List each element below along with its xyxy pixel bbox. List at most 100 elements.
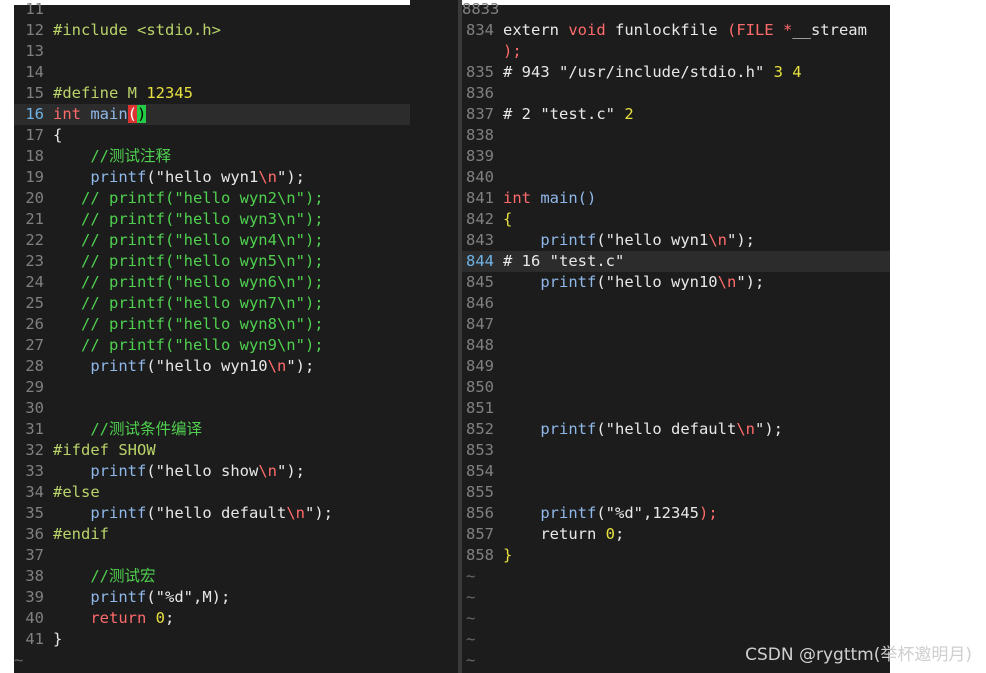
code-line[interactable]: 24 // printf("hello wyn6\n"); [14,272,410,293]
code-line[interactable]: 857 return 0; [462,524,890,545]
code-line[interactable]: 849 [462,356,890,377]
code-line[interactable]: 12 #include <stdio.h> [14,20,410,41]
code-line[interactable]: 26 // printf("hello wyn8\n"); [14,314,410,335]
line-number: 843 [466,231,494,249]
code-line[interactable]: 850 [462,377,890,398]
tilde-marker: ~ [466,588,476,606]
code-line[interactable]: 13 [14,41,410,62]
code-line[interactable]: 37 [14,545,410,566]
code-token: } [53,630,63,648]
code-line[interactable]: 853 [462,440,890,461]
code-token: // printf("hello wyn4\n"); [53,231,324,249]
line-number: 34 [25,483,44,501]
code-text: ); [503,42,522,60]
code-line[interactable]: 41} [14,629,410,650]
line-number: 21 [25,210,44,228]
line-number: 14 [25,63,44,81]
left-editor-pane[interactable]: 11 12 #include <stdio.h> 13 14 15 #define M 12… [14,0,410,673]
line-number: 854 [466,462,494,480]
code-line[interactable]: 36 #endif [14,524,410,545]
current-code-line[interactable]: 16 int main() [14,104,410,125]
line-number: 29 [25,378,44,396]
code-line[interactable]: 23 // printf("hello wyn5\n"); [14,251,410,272]
code-text: // printf("hello wyn6\n"); [53,273,324,291]
code-line[interactable]: 854 [462,461,890,482]
code-line[interactable]: 846 [462,293,890,314]
tilde-marker: ~ [466,609,476,627]
line-number: 40 [25,609,44,627]
code-token: "); [736,273,765,291]
line-number: 36 [25,525,44,543]
code-line[interactable]: 20 // printf("hello wyn2\n"); [14,188,410,209]
code-line[interactable]: 34 #else [14,482,410,503]
code-token: 2 [614,105,634,123]
code-line[interactable]: 847 [462,314,890,335]
code-text: // printf("hello wyn7\n"); [53,294,324,312]
code-line[interactable]: 17 { [14,125,410,146]
code-token: "); [754,420,783,438]
line-number: 857 [466,525,494,543]
code-line[interactable]: ); [462,41,890,62]
right-editor-pane[interactable]: 8833 834 extern void funlockfile (FILE *__… [462,0,890,673]
code-line[interactable]: 30 [14,398,410,419]
line-number: 39 [25,588,44,606]
code-line[interactable]: 22 // printf("hello wyn4\n"); [14,230,410,251]
code-line[interactable]: 19 printf("hello wyn1\n"); [14,167,410,188]
code-line[interactable]: 32 #ifdef SHOW [14,440,410,461]
code-line[interactable]: 35 printf("hello default\n"); [14,503,410,524]
code-line[interactable]: 856 printf("%d",12345); [462,503,890,524]
code-line[interactable]: 838 [462,125,890,146]
code-line[interactable]: 39 printf("%d",M); [14,587,410,608]
code-token: main() [540,189,597,207]
code-line[interactable]: 33 printf("hello show\n"); [14,461,410,482]
code-line[interactable]: 851 [462,398,890,419]
code-token: # 16 [503,252,550,270]
code-token: "/usr/include/stdio.h" [559,63,765,81]
code-token: ) [137,105,147,123]
code-line[interactable]: 855 [462,482,890,503]
line-number: 836 [466,84,494,102]
code-line[interactable]: 858} [462,545,890,566]
code-line[interactable]: 28 printf("hello wyn10\n"); [14,356,410,377]
line-number: 848 [466,336,494,354]
code-token: \n [736,420,755,438]
code-line[interactable]: 835 # 943 "/usr/include/stdio.h" 3 4 [462,62,890,83]
code-line[interactable]: 840 [462,167,890,188]
code-token: # 943 [503,63,559,81]
code-line[interactable]: 843 printf("hello wyn1\n"); [462,230,890,251]
code-line[interactable]: 852 printf("hello default\n"); [462,419,890,440]
code-line[interactable]: 21 // printf("hello wyn3\n"); [14,209,410,230]
code-token: //测试宏 [53,567,156,585]
code-token: ; [165,609,175,627]
code-token: //测试注释 [53,147,171,165]
code-line[interactable]: 40 return 0; [14,608,410,629]
code-line[interactable]: 845 printf("hello wyn10\n"); [462,272,890,293]
code-line[interactable]: 836 [462,83,890,104]
line-number: 855 [466,483,494,501]
code-text: # 16 "test.c" [503,252,624,270]
code-line[interactable]: 38 //测试宏 [14,566,410,587]
code-text: # 2 "test.c" 2 [503,105,634,123]
code-line[interactable]: 18 //测试注释 [14,146,410,167]
code-token: #else [53,483,100,501]
code-line[interactable]: 834 extern void funlockfile (FILE *__stre… [462,20,890,41]
code-token: #define M [53,84,147,102]
code-line[interactable]: 837 # 2 "test.c" 2 [462,104,890,125]
line-number: 834 [466,21,494,39]
tilde-marker: ~ [466,651,476,669]
code-line[interactable]: 15 #define M 12345 [14,83,410,104]
code-line[interactable]: 25 // printf("hello wyn7\n"); [14,293,410,314]
line-number: 23 [25,252,44,270]
code-text: } [53,630,62,648]
current-code-line[interactable]: 844 # 16 "test.c" [462,251,890,272]
code-line[interactable]: 29 [14,377,410,398]
code-line[interactable]: 848 [462,335,890,356]
code-line[interactable]: 839 [462,146,890,167]
code-line[interactable]: 842 { [462,209,890,230]
code-line[interactable]: 31 //测试条件编译 [14,419,410,440]
line-number: 20 [25,189,44,207]
code-line[interactable]: 27 // printf("hello wyn9\n"); [14,335,410,356]
code-line[interactable]: 841 int main() [462,188,890,209]
code-line[interactable]: 14 [14,62,410,83]
